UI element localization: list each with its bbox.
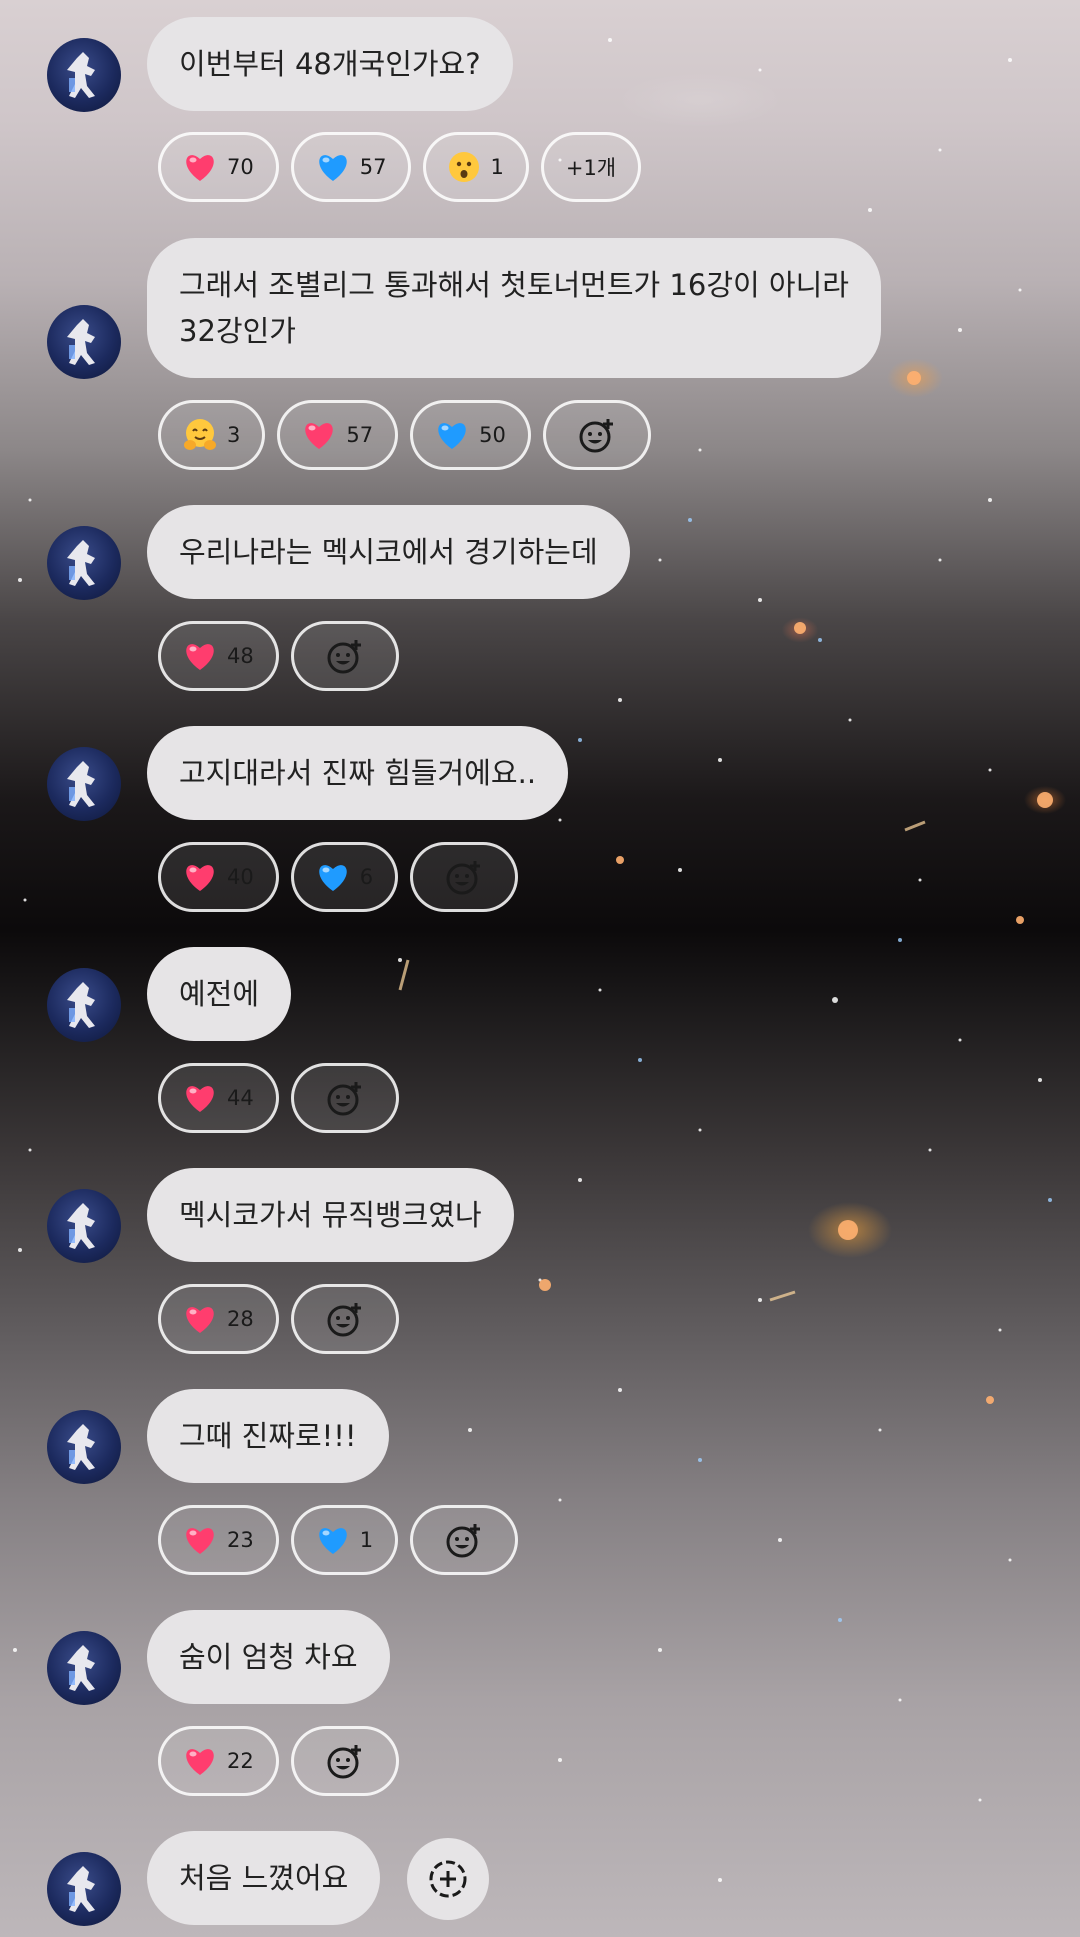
reaction-bar: 70 57 1 +1개 (158, 132, 642, 202)
reaction-chip[interactable]: 44 (158, 1063, 279, 1133)
reaction-chip[interactable]: 6 (290, 842, 399, 912)
reaction-count: 1 (359, 1528, 374, 1552)
heart-red-icon (183, 861, 217, 893)
avatar[interactable] (47, 526, 121, 600)
heart-blue-icon (316, 151, 350, 183)
add-reaction-button[interactable] (407, 1838, 489, 1920)
message-bubble[interactable]: 이번부터 48개국인가요? (147, 17, 513, 111)
message-bubble[interactable]: 예전에 (147, 947, 292, 1041)
reaction-chip[interactable]: 3 (158, 400, 266, 470)
reaction-count: 57 (359, 155, 387, 179)
add-emoji-icon (325, 1078, 365, 1118)
reaction-chip[interactable]: 1 (423, 132, 529, 202)
more-reactions-label: +1개 (565, 156, 617, 180)
reaction-chip[interactable]: 48 (158, 621, 279, 691)
heart-red-icon (302, 419, 336, 451)
reaction-bar: 48 (158, 621, 399, 691)
reaction-bar: 40 6 (158, 842, 519, 912)
avatar[interactable] (47, 1410, 121, 1484)
avatar[interactable] (47, 305, 121, 379)
more-reactions-chip[interactable]: +1개 (540, 132, 642, 202)
reaction-bar: 3 57 50 (158, 400, 651, 470)
heart-red-icon (183, 1082, 217, 1114)
reaction-count: 23 (227, 1528, 254, 1552)
heart-red-icon (183, 1524, 217, 1556)
reaction-chip[interactable]: 57 (277, 400, 399, 470)
add-emoji-icon (444, 857, 484, 897)
add-reaction-button[interactable] (410, 842, 519, 912)
avatar[interactable] (47, 968, 121, 1042)
reaction-chip[interactable]: 1 (290, 1505, 399, 1575)
hug-face-icon (183, 418, 217, 452)
message-bubble[interactable]: 그래서 조별리그 통과해서 첫토너먼트가 16강이 아니라 32강인가 (147, 238, 881, 378)
heart-red-icon (183, 151, 217, 183)
add-reaction-button[interactable] (542, 400, 651, 470)
reaction-count: 48 (227, 644, 254, 668)
reaction-count: 50 (479, 423, 506, 447)
message-bubble[interactable]: 우리나라는 멕시코에서 경기하는데 (147, 505, 630, 599)
reaction-count: 57 (346, 423, 374, 447)
reaction-bar: 28 (158, 1284, 399, 1354)
add-reaction-button[interactable] (290, 621, 399, 691)
avatar[interactable] (47, 1189, 121, 1263)
reaction-count: 70 (227, 155, 254, 179)
reaction-bar: 44 (158, 1063, 399, 1133)
add-reaction-button[interactable] (410, 1505, 519, 1575)
reaction-count: 22 (227, 1749, 254, 1773)
reaction-chip[interactable]: 22 (158, 1726, 279, 1796)
add-emoji-icon (325, 1741, 365, 1781)
message-bubble[interactable]: 고지대라서 진짜 힘들거에요.. (147, 726, 569, 820)
avatar[interactable] (47, 1631, 121, 1705)
add-emoji-icon (577, 415, 617, 455)
reaction-count: 44 (227, 1086, 254, 1110)
message-bubble[interactable]: 처음 느꼈어요 (147, 1831, 381, 1925)
add-reaction-button[interactable] (290, 1063, 399, 1133)
avatar[interactable] (47, 1852, 121, 1926)
message-bubble[interactable]: 멕시코가서 뮤직뱅크였나 (147, 1168, 514, 1262)
heart-red-icon (183, 640, 217, 672)
reaction-count: 6 (359, 865, 374, 889)
reaction-bar: 23 1 (158, 1505, 519, 1575)
reaction-chip[interactable]: 23 (158, 1505, 279, 1575)
reaction-chip[interactable]: 57 (290, 132, 412, 202)
reaction-count: 28 (227, 1307, 254, 1331)
add-reaction-button[interactable] (290, 1284, 399, 1354)
heart-blue-icon (316, 861, 350, 893)
add-circle-icon (427, 1858, 469, 1900)
heart-blue-icon (435, 419, 469, 451)
heart-red-icon (183, 1303, 217, 1335)
avatar[interactable] (47, 747, 121, 821)
reaction-count: 3 (227, 423, 241, 447)
add-emoji-icon (325, 1299, 365, 1339)
reaction-count: 40 (227, 865, 254, 889)
reaction-bar: 22 (158, 1726, 399, 1796)
reaction-chip[interactable]: 28 (158, 1284, 279, 1354)
avatar[interactable] (47, 38, 121, 112)
reaction-chip[interactable]: 50 (410, 400, 531, 470)
surprised-face-icon (448, 151, 480, 183)
message-bubble[interactable]: 숨이 엄청 차요 (147, 1610, 390, 1704)
add-reaction-button[interactable] (290, 1726, 399, 1796)
add-emoji-icon (325, 636, 365, 676)
reaction-chip[interactable]: 40 (158, 842, 279, 912)
reaction-count: 1 (490, 155, 504, 179)
message-bubble[interactable]: 그때 진짜로!!! (147, 1389, 389, 1483)
add-emoji-icon (444, 1520, 484, 1560)
reaction-chip[interactable]: 70 (158, 132, 279, 202)
heart-blue-icon (316, 1524, 350, 1556)
heart-red-icon (183, 1745, 217, 1777)
